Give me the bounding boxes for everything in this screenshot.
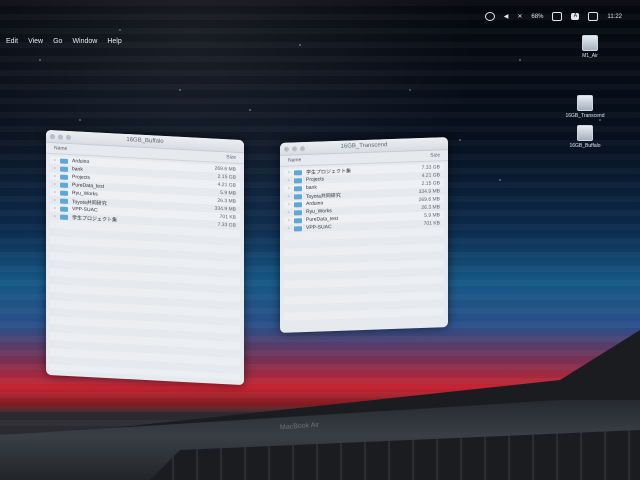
menu-go[interactable]: Go <box>53 38 62 52</box>
folder-icon <box>294 209 302 215</box>
volume-icon[interactable]: ◀ <box>504 13 509 20</box>
desktop-drive-transcend[interactable]: 16GB_Transcend <box>560 95 610 119</box>
folder-icon <box>60 158 68 164</box>
finder-window-transcend[interactable]: 16GB_Transcend Name Size › 学生プロジェクト集 7.33 … <box>280 137 448 333</box>
folder-icon <box>60 182 68 188</box>
folder-icon <box>294 177 302 183</box>
empty-list-area <box>284 227 444 328</box>
column-name[interactable]: Name <box>288 157 301 163</box>
desktop-icon-label: 16GB_Buffalo <box>569 143 601 149</box>
column-size[interactable]: Size <box>226 154 236 161</box>
status-bar: ◀ ✕ 68% A 11:22 <box>484 12 622 21</box>
battery-label[interactable]: 68% <box>531 14 543 20</box>
folder-icon <box>60 166 68 172</box>
folder-icon <box>294 193 302 199</box>
laptop-screen: Edit View Go Window Help ◀ ✕ 68% A 11:22… <box>0 0 640 440</box>
drive-icon <box>577 95 593 111</box>
control-center-icon[interactable] <box>588 12 599 21</box>
folder-icon <box>60 198 68 204</box>
folder-icon <box>60 214 68 220</box>
folder-icon <box>60 174 68 180</box>
drive-icon <box>582 35 598 51</box>
file-list: › Arduino 269.6 MB › bank 2.15 GB › Projects 4… <box>46 154 244 382</box>
battery-icon[interactable] <box>552 12 563 21</box>
drive-icon <box>577 125 593 141</box>
menu-window[interactable]: Window <box>72 38 97 52</box>
folder-icon <box>294 217 302 223</box>
menu-bar: Edit View Go Window Help <box>0 38 186 52</box>
window-title: 16GB_Transcend <box>340 142 388 150</box>
clock[interactable]: 11:22 <box>607 14 622 20</box>
desktop-drive-m1-air[interactable]: M1_Air <box>565 35 615 59</box>
menu-help[interactable]: Help <box>107 38 121 52</box>
menu-view[interactable]: View <box>28 38 43 52</box>
folder-icon <box>294 225 302 231</box>
folder-icon <box>60 190 68 196</box>
column-size[interactable]: Size <box>430 152 440 158</box>
folder-icon <box>294 201 302 207</box>
folder-icon <box>294 185 302 191</box>
folder-icon <box>294 169 302 175</box>
menu-edit[interactable]: Edit <box>6 38 18 52</box>
folder-icon <box>60 206 68 212</box>
desktop-drive-buffalo[interactable]: 16GB_Buffalo <box>560 125 610 149</box>
empty-list-area <box>50 220 240 380</box>
file-list: › 学生プロジェクト集 7.33 GB › Projects 4.21 GB › bank… <box>280 161 448 330</box>
input-source-icon[interactable]: A <box>571 13 580 20</box>
finder-window-buffalo[interactable]: 16GB_Buffalo Name Size › Arduino 269.6 MB … <box>46 129 244 386</box>
bluetooth-icon[interactable]: ✕ <box>517 13 522 20</box>
column-name[interactable]: Name <box>54 145 67 152</box>
desktop-icon-label: M1_Air <box>582 53 598 59</box>
time-machine-icon[interactable] <box>484 12 495 21</box>
desktop-icon-label: 16GB_Transcend <box>565 113 605 119</box>
